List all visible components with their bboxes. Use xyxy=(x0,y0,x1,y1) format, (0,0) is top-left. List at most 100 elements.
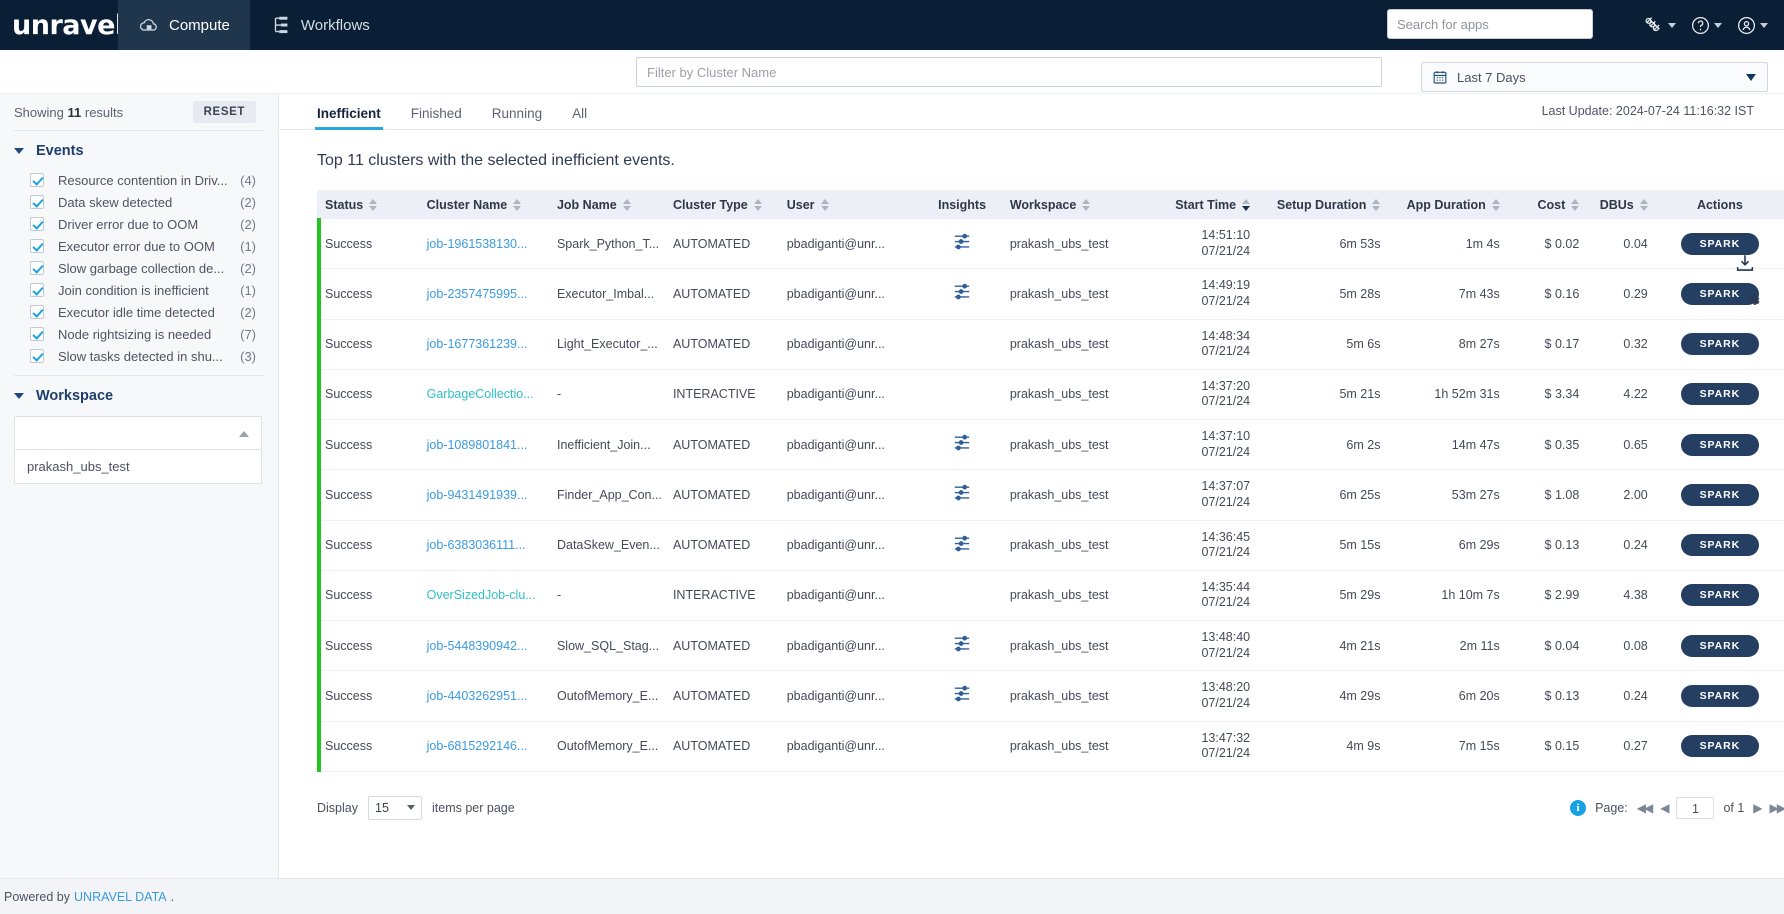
table-row[interactable]: Successjob-6383036111...DataSkew_Even...… xyxy=(317,520,1784,570)
sort-toggle-icon[interactable] xyxy=(1372,199,1380,211)
column-header-setup-duration[interactable]: Setup Duration xyxy=(1258,190,1388,219)
sort-toggle-icon[interactable] xyxy=(1242,199,1250,211)
spark-action-badge[interactable]: SPARK xyxy=(1681,333,1759,355)
column-header-cluster-name[interactable]: Cluster Name xyxy=(419,190,549,219)
sort-toggle-icon[interactable] xyxy=(1571,199,1579,211)
last-page-button[interactable]: ▶▶ xyxy=(1770,801,1784,815)
event-filter-checkbox[interactable] xyxy=(30,305,44,319)
cluster-name-filter-input[interactable] xyxy=(636,57,1382,87)
sort-toggle-icon[interactable] xyxy=(623,199,631,211)
table-row[interactable]: SuccessOverSizedJob-clu...-INTERACTIVEpb… xyxy=(317,570,1784,620)
event-filter-checkbox[interactable] xyxy=(30,261,44,275)
spark-action-badge[interactable]: SPARK xyxy=(1681,383,1759,405)
cluster-name-link[interactable]: job-1089801841... xyxy=(427,438,528,452)
insights-button[interactable] xyxy=(953,442,971,456)
apps-grid-menu[interactable] xyxy=(1637,14,1682,36)
column-header-status[interactable]: Status xyxy=(317,190,419,219)
spark-action-badge[interactable]: SPARK xyxy=(1681,584,1759,606)
event-filter-checkbox[interactable] xyxy=(30,239,44,253)
insights-button[interactable] xyxy=(953,543,971,557)
cluster-name-link[interactable]: OverSizedJob-clu... xyxy=(427,588,536,602)
sort-toggle-icon[interactable] xyxy=(1492,199,1500,211)
sort-toggle-icon[interactable] xyxy=(1082,199,1090,211)
event-filter-row[interactable]: Driver error due to OOM(2) xyxy=(0,213,278,235)
insights-button[interactable] xyxy=(953,643,971,657)
spark-action-badge[interactable]: SPARK xyxy=(1681,685,1759,707)
spark-action-badge[interactable]: SPARK xyxy=(1681,635,1759,657)
spark-action-badge[interactable]: SPARK xyxy=(1681,434,1759,456)
event-filter-row[interactable]: Slow tasks detected in shu...(3) xyxy=(0,345,278,367)
event-filter-row[interactable]: Resource contention in Driv...(4) xyxy=(0,169,278,191)
table-row[interactable]: Successjob-5448390942...Slow_SQL_Stag...… xyxy=(317,621,1784,671)
cluster-name-link[interactable]: job-9431491939... xyxy=(427,488,528,502)
insights-button[interactable] xyxy=(953,693,971,707)
table-row[interactable]: Successjob-6815292146...OutofMemory_E...… xyxy=(317,721,1784,771)
cluster-name-link[interactable]: job-4403262951... xyxy=(427,689,528,703)
date-range-selector[interactable]: Last 7 Days xyxy=(1421,62,1768,92)
event-filter-checkbox[interactable] xyxy=(30,173,44,187)
tab-running[interactable]: Running xyxy=(492,106,542,129)
first-page-button[interactable]: ◀◀ xyxy=(1637,801,1651,815)
cluster-name-link[interactable]: job-2357475995... xyxy=(427,287,528,301)
sort-toggle-icon[interactable] xyxy=(821,199,829,211)
help-menu[interactable] xyxy=(1684,15,1728,36)
spark-action-badge[interactable]: SPARK xyxy=(1681,484,1759,506)
event-filter-row[interactable]: Data skew detected(2) xyxy=(0,191,278,213)
sort-toggle-icon[interactable] xyxy=(754,199,762,211)
download-button[interactable] xyxy=(1734,252,1756,279)
tab-finished[interactable]: Finished xyxy=(411,106,462,129)
brand-logo[interactable]: unravel® xyxy=(0,10,118,41)
column-header-dbus[interactable]: DBUs xyxy=(1587,190,1655,219)
column-header-user[interactable]: User xyxy=(779,190,923,219)
column-header-cluster-type[interactable]: Cluster Type xyxy=(665,190,779,219)
column-header-job-name[interactable]: Job Name xyxy=(549,190,665,219)
insights-button[interactable] xyxy=(953,241,971,255)
event-filter-checkbox[interactable] xyxy=(30,283,44,297)
table-settings-button[interactable] xyxy=(1745,292,1762,314)
spark-action-badge[interactable]: SPARK xyxy=(1681,534,1759,556)
nav-tab-workflows[interactable]: Workflows xyxy=(250,0,390,50)
cluster-name-link[interactable]: job-5448390942... xyxy=(427,639,528,653)
info-icon[interactable]: i xyxy=(1570,800,1586,816)
workspace-section-header[interactable]: Workspace xyxy=(0,376,278,414)
event-filter-checkbox[interactable] xyxy=(30,327,44,341)
user-account-menu[interactable] xyxy=(1730,15,1774,36)
event-filter-row[interactable]: Slow garbage collection de...(2) xyxy=(0,257,278,279)
table-row[interactable]: Successjob-9431491939...Finder_App_Con..… xyxy=(317,470,1784,520)
next-page-button[interactable]: ▶ xyxy=(1753,801,1760,815)
sort-toggle-icon[interactable] xyxy=(513,199,521,211)
sort-toggle-icon[interactable] xyxy=(369,199,377,211)
cluster-name-link[interactable]: job-6815292146... xyxy=(427,739,528,753)
workspace-option[interactable]: prakash_ubs_test xyxy=(14,450,262,484)
tab-inefficient[interactable]: Inefficient xyxy=(317,106,381,129)
cluster-name-link[interactable]: GarbageCollectio... xyxy=(427,387,534,401)
column-header-workspace[interactable]: Workspace xyxy=(1002,190,1157,219)
event-filter-checkbox[interactable] xyxy=(30,217,44,231)
column-header-start-time[interactable]: Start Time xyxy=(1156,190,1258,219)
insights-button[interactable] xyxy=(953,291,971,305)
table-row[interactable]: Successjob-1961538130...Spark_Python_T..… xyxy=(317,219,1784,269)
table-row[interactable]: Successjob-2357475995...Executor_Imbal..… xyxy=(317,269,1784,319)
search-input[interactable] xyxy=(1387,9,1593,39)
page-size-select[interactable]: 15 xyxy=(368,796,422,820)
insights-button[interactable] xyxy=(953,492,971,506)
reset-filters-button[interactable]: RESET xyxy=(193,101,256,123)
column-header-app-duration[interactable]: App Duration xyxy=(1388,190,1507,219)
table-row[interactable]: Successjob-1677361239...Light_Executor_.… xyxy=(317,319,1784,369)
event-filter-row[interactable]: Executor idle time detected(2) xyxy=(0,301,278,323)
prev-page-button[interactable]: ◀ xyxy=(1660,801,1667,815)
event-filter-row[interactable]: Node rightsizing is needed(7) xyxy=(0,323,278,345)
sort-toggle-icon[interactable] xyxy=(1640,199,1648,211)
cluster-name-link[interactable]: job-6383036111... xyxy=(427,538,526,552)
event-filter-row[interactable]: Executor error due to OOM(1) xyxy=(0,235,278,257)
nav-tab-compute[interactable]: Compute xyxy=(118,0,250,50)
current-page-input[interactable]: 1 xyxy=(1676,797,1714,819)
cluster-name-link[interactable]: job-1961538130... xyxy=(427,237,528,251)
event-filter-checkbox[interactable] xyxy=(30,195,44,209)
unravel-data-link[interactable]: UNRAVEL DATA xyxy=(74,890,167,904)
table-row[interactable]: Successjob-4403262951...OutofMemory_E...… xyxy=(317,671,1784,721)
workspace-select-input[interactable] xyxy=(14,416,262,450)
column-header-cost[interactable]: Cost xyxy=(1508,190,1588,219)
spark-action-badge[interactable]: SPARK xyxy=(1681,735,1759,757)
table-row[interactable]: Successjob-1089801841...Inefficient_Join… xyxy=(317,420,1784,470)
